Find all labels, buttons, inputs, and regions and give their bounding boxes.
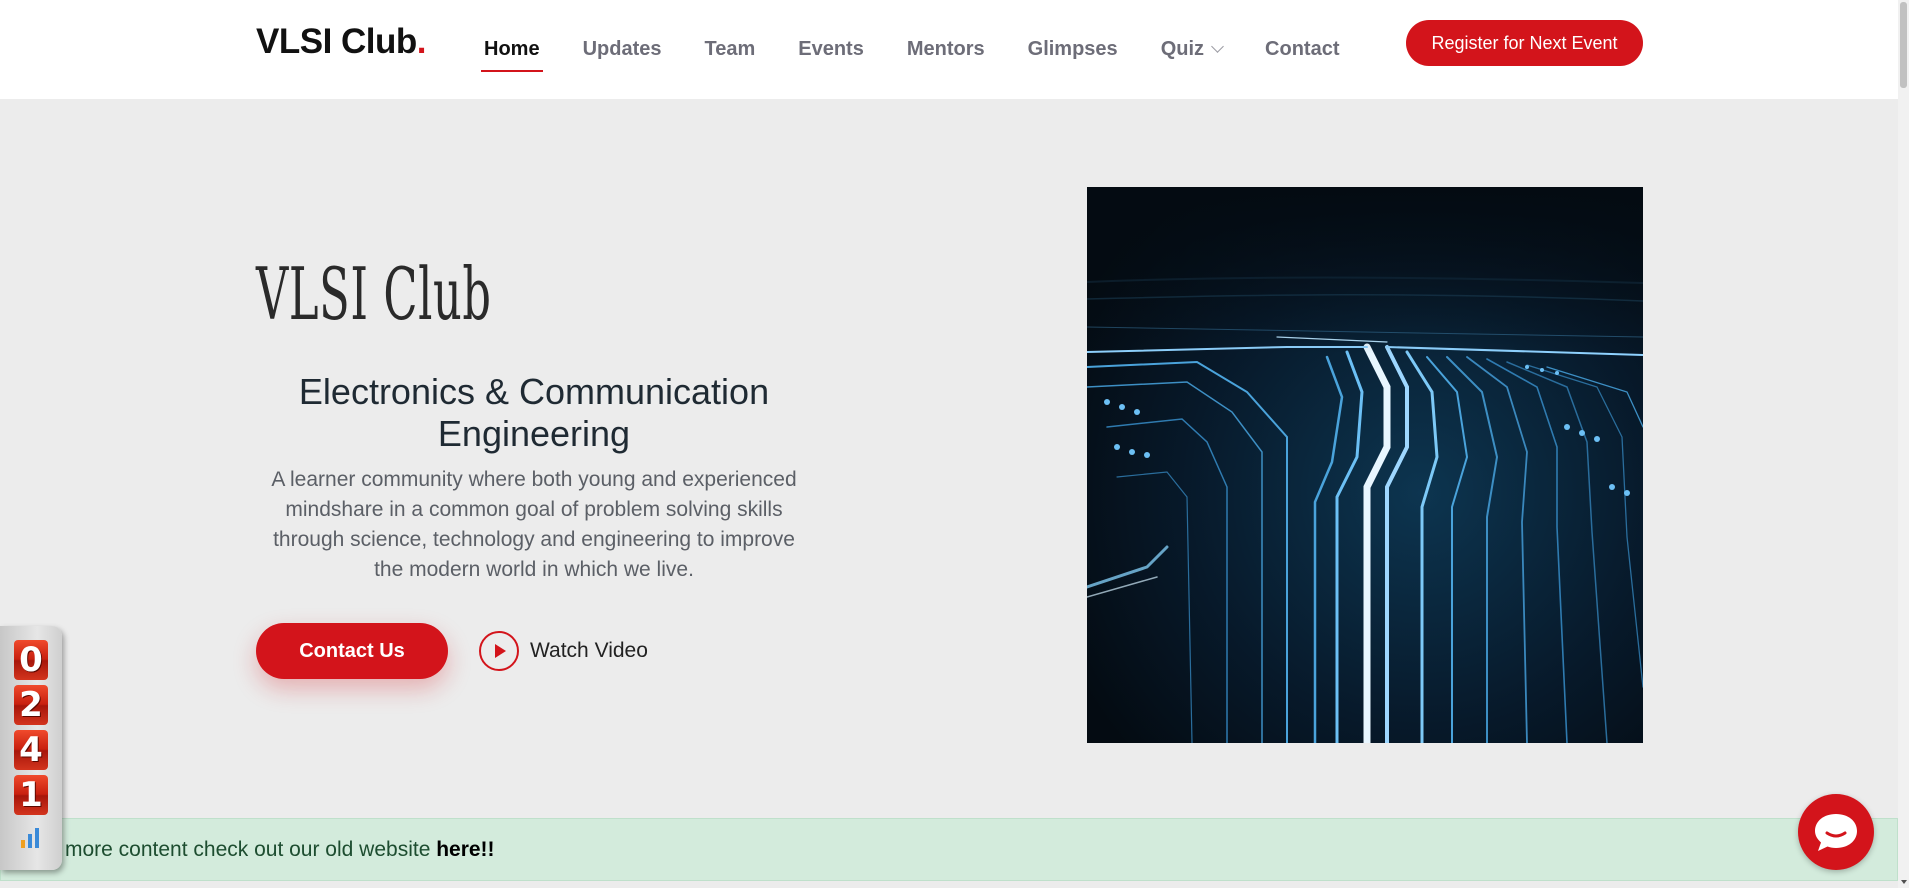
counter-digit: 4 (14, 730, 48, 770)
nav-events[interactable]: Events (798, 38, 864, 61)
play-icon (479, 631, 519, 671)
scrollbar-thumb[interactable] (1900, 2, 1907, 88)
watch-video-button[interactable]: Watch Video (479, 631, 648, 671)
counter-digit: 0 (14, 640, 48, 680)
logo-dot: . (417, 22, 426, 61)
old-website-banner: more content check out our old website h… (0, 818, 1898, 881)
contact-us-button[interactable]: Contact Us (256, 623, 448, 679)
site-logo[interactable]: VLSI Club. (256, 22, 426, 62)
nav-home[interactable]: Home (484, 38, 540, 61)
circuit-board-image (1087, 187, 1643, 743)
old-website-link[interactable]: here!! (436, 838, 494, 861)
chevron-down-icon (1211, 40, 1224, 53)
nav-contact[interactable]: Contact (1265, 38, 1339, 61)
register-next-event-button[interactable]: Register for Next Event (1406, 20, 1643, 66)
site-header: VLSI Club. Home Updates Team Events Ment… (0, 0, 1898, 99)
chat-icon[interactable] (1798, 794, 1874, 870)
main-nav: Home Updates Team Events Mentors Glimpse… (484, 0, 1382, 99)
nav-updates[interactable]: Updates (583, 38, 662, 61)
nav-team[interactable]: Team (704, 38, 755, 61)
hero-subtitle: Electronics & Communication Engineering (256, 371, 812, 455)
watch-video-label: Watch Video (530, 639, 648, 663)
page-scrollbar[interactable] (1898, 0, 1909, 888)
hero-title: VLSI Club (256, 252, 492, 336)
bar-chart-icon (21, 826, 43, 848)
visitor-counter-widget[interactable]: 0 2 4 1 (0, 626, 62, 870)
scroll-down-arrow-icon[interactable] (1901, 880, 1907, 884)
banner-text: more content check out our old website h… (65, 838, 495, 862)
nav-glimpses[interactable]: Glimpses (1028, 38, 1118, 61)
counter-digit: 2 (14, 685, 48, 725)
nav-mentors[interactable]: Mentors (907, 38, 985, 61)
counter-digit: 1 (14, 775, 48, 815)
nav-quiz[interactable]: Quiz (1161, 38, 1222, 61)
nav-quiz-label: Quiz (1161, 38, 1204, 61)
hero-description: A learner community where both young and… (256, 465, 812, 585)
